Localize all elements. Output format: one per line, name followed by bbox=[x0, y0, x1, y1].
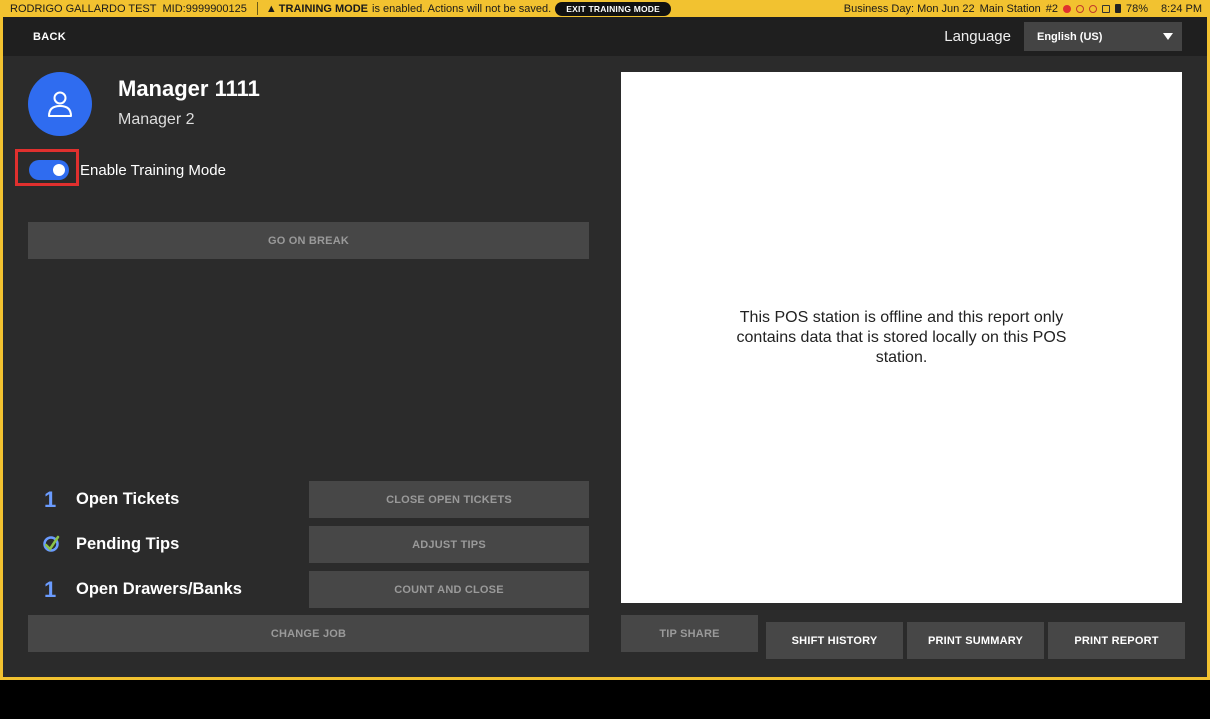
language-label: Language bbox=[944, 28, 1011, 45]
back-button[interactable]: BACK bbox=[33, 31, 66, 43]
business-day: Business Day: Mon Jun 22 bbox=[843, 2, 975, 15]
training-mode-toggle[interactable] bbox=[29, 160, 69, 180]
station-number: #2 bbox=[1045, 2, 1058, 15]
status-right: Business Day: Mon Jun 22 Main Station #2… bbox=[844, 3, 1202, 15]
header-bar: BACK Language English (US) bbox=[3, 17, 1207, 56]
open-drawers-count: 1 bbox=[44, 577, 57, 602]
battery-level: 78% bbox=[1126, 2, 1149, 15]
training-mode-label: Enable Training Mode bbox=[80, 162, 226, 179]
adjust-tips-button[interactable]: ADJUST TIPS bbox=[309, 526, 589, 563]
close-open-tickets-button[interactable]: CLOSE OPEN TICKETS bbox=[309, 481, 589, 518]
warning-icon: ▲ bbox=[265, 2, 277, 15]
avatar bbox=[28, 72, 92, 136]
battery-icon bbox=[1115, 4, 1121, 13]
language-value: English (US) bbox=[1037, 30, 1103, 43]
merchant-id: MID:9999900125 bbox=[162, 2, 247, 15]
exit-training-mode-button[interactable]: EXIT TRAINING MODE bbox=[555, 1, 671, 16]
shift-history-button[interactable]: SHIFT HISTORY bbox=[766, 622, 903, 659]
employee-role: Manager 2 bbox=[118, 111, 195, 128]
count-and-close-button[interactable]: COUNT AND CLOSE bbox=[309, 571, 589, 608]
offline-report-message: This POS station is offline and this rep… bbox=[736, 308, 1067, 366]
status-bar: RODRIGO GALLARDO TEST MID:9999900125 ▲ T… bbox=[0, 0, 1210, 17]
chevron-down-icon bbox=[1163, 33, 1173, 40]
tip-share-button[interactable]: TIP SHARE bbox=[621, 615, 758, 652]
training-mode-label: TRAINING MODE bbox=[278, 2, 369, 15]
user-icon bbox=[48, 91, 72, 117]
go-on-break-button[interactable]: GO ON BREAK bbox=[28, 222, 589, 259]
open-tickets-label: Open Tickets bbox=[76, 490, 180, 508]
printer-icon bbox=[1102, 4, 1110, 13]
report-panel: This POS station is offline and this rep… bbox=[621, 72, 1182, 603]
toggle-knob bbox=[53, 164, 65, 176]
bottom-strip bbox=[0, 680, 1210, 719]
station-name: Main Station bbox=[979, 2, 1041, 15]
pending-tips-label: Pending Tips bbox=[76, 535, 180, 553]
print-report-button[interactable]: PRINT REPORT bbox=[1048, 622, 1185, 659]
print-summary-button[interactable]: PRINT SUMMARY bbox=[907, 622, 1044, 659]
merchant-name: RODRIGO GALLARDO TEST bbox=[10, 2, 157, 15]
change-job-button[interactable]: CHANGE JOB bbox=[28, 615, 589, 652]
open-tickets-count: 1 bbox=[44, 487, 57, 512]
employee-name: Manager 1111 bbox=[118, 76, 260, 101]
training-mode-message: is enabled. Actions will not be saved. bbox=[372, 2, 552, 15]
sync-icon bbox=[1076, 4, 1084, 13]
offline-icon bbox=[1063, 4, 1071, 13]
check-circle-icon bbox=[43, 535, 60, 552]
training-toggle-highlight bbox=[15, 149, 79, 186]
no-network-icon bbox=[1089, 4, 1097, 13]
clock: 8:24 PM bbox=[1161, 2, 1202, 15]
language-select[interactable]: English (US) bbox=[1024, 22, 1182, 51]
open-drawers-label: Open Drawers/Banks bbox=[76, 580, 242, 598]
divider bbox=[256, 2, 258, 15]
